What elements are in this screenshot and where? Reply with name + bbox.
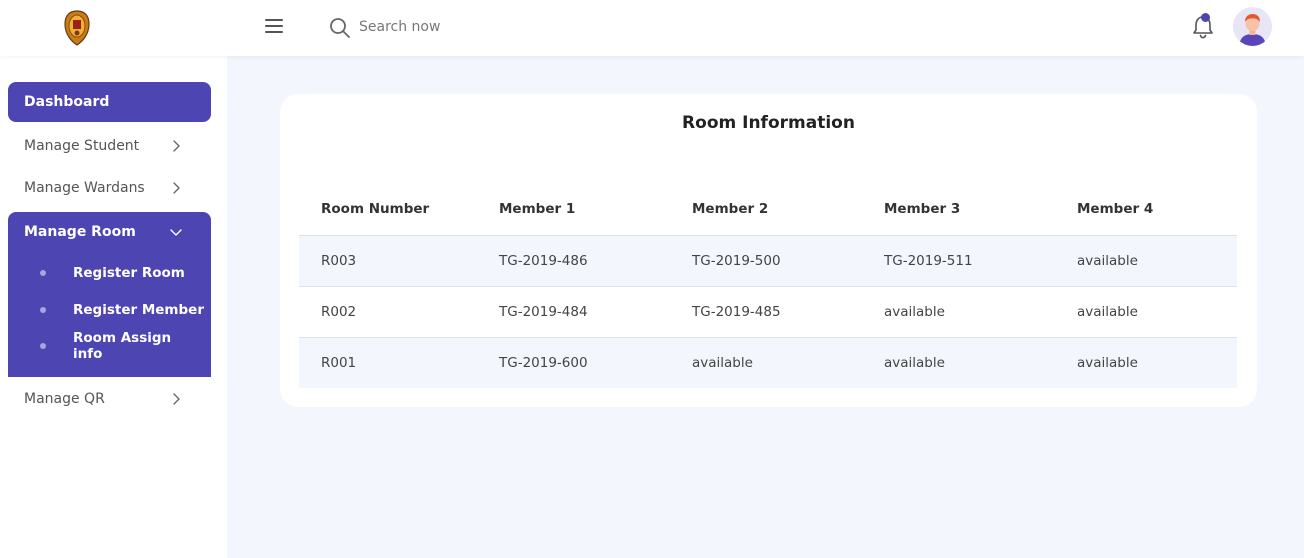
column-header-room-number: Room Number bbox=[299, 183, 499, 236]
table-cell: R001 bbox=[299, 337, 499, 388]
sidebar-subitem-label: Register Room bbox=[73, 265, 185, 281]
hamburger-menu-icon[interactable] bbox=[265, 19, 285, 37]
search-input[interactable] bbox=[359, 14, 619, 40]
bullet-icon bbox=[40, 270, 46, 276]
table-cell: R003 bbox=[299, 235, 499, 287]
university-crest-logo[interactable] bbox=[64, 10, 90, 46]
chevron-right-icon bbox=[169, 181, 183, 195]
sidebar-item-manage-room[interactable]: Manage Room bbox=[8, 212, 211, 252]
card-title: Room Information bbox=[682, 113, 855, 133]
sidebar-item-label: Manage Room bbox=[24, 224, 136, 240]
sidebar-item-label: Manage Student bbox=[24, 138, 140, 154]
column-header-member-1: Member 1 bbox=[499, 183, 692, 236]
table-cell: TG-2019-600 bbox=[499, 337, 692, 388]
table-cell: available bbox=[884, 286, 1077, 338]
sidebar-subitem-label: Register Member bbox=[73, 302, 204, 318]
sidebar-item-label: Manage Wardans bbox=[24, 180, 145, 196]
bullet-icon bbox=[40, 307, 46, 313]
chevron-down-icon bbox=[169, 225, 183, 239]
table-cell: available bbox=[1077, 235, 1237, 287]
table-row: R003 TG-2019-486 TG-2019-500 TG-2019-511… bbox=[299, 235, 1237, 287]
table-cell: TG-2019-511 bbox=[884, 235, 1077, 287]
notification-badge bbox=[1201, 13, 1210, 22]
sidebar-subitem-register-room[interactable]: Register Room bbox=[40, 261, 205, 285]
sidebar-item-dashboard[interactable]: Dashboard bbox=[8, 82, 211, 122]
search-icon[interactable] bbox=[329, 17, 351, 39]
room-table: Room Number Member 1 Member 2 Member 3 M… bbox=[299, 183, 1237, 388]
sidebar-item-manage-wardens[interactable]: Manage Wardans bbox=[8, 168, 211, 208]
sidebar-item-label: Manage QR bbox=[24, 391, 105, 407]
table-cell: available bbox=[1077, 337, 1237, 388]
table-row: R002 TG-2019-484 TG-2019-485 available a… bbox=[299, 286, 1237, 338]
column-header-member-3: Member 3 bbox=[884, 183, 1077, 236]
sidebar: Dashboard Manage Student Manage Wardans … bbox=[0, 56, 227, 558]
sidebar-subitem-register-member[interactable]: Register Member bbox=[40, 298, 205, 322]
table-cell: available bbox=[692, 337, 884, 388]
top-bar bbox=[0, 0, 1304, 56]
table-cell: available bbox=[884, 337, 1077, 388]
column-header-member-2: Member 2 bbox=[692, 183, 884, 236]
table-cell: TG-2019-485 bbox=[692, 286, 884, 338]
room-information-card: Room Information Room Number Member 1 Me… bbox=[280, 94, 1257, 407]
sidebar-item-label: Dashboard bbox=[24, 94, 110, 110]
table-header-row: Room Number Member 1 Member 2 Member 3 M… bbox=[299, 183, 1237, 236]
table-cell: R002 bbox=[299, 286, 499, 338]
bullet-icon bbox=[40, 343, 46, 349]
sidebar-subitem-label: Room Assign info bbox=[73, 330, 172, 362]
user-avatar[interactable] bbox=[1233, 7, 1272, 46]
table-cell: TG-2019-484 bbox=[499, 286, 692, 338]
table-cell: available bbox=[1077, 286, 1237, 338]
sidebar-group-manage-room: Manage Room Register Room Register Membe… bbox=[8, 212, 211, 377]
table-cell: TG-2019-486 bbox=[499, 235, 692, 287]
chevron-right-icon bbox=[169, 392, 183, 406]
table-row: R001 TG-2019-600 available available ava… bbox=[299, 337, 1237, 388]
chevron-right-icon bbox=[169, 139, 183, 153]
column-header-member-4: Member 4 bbox=[1077, 183, 1237, 236]
sidebar-item-manage-qr[interactable]: Manage QR bbox=[8, 379, 211, 419]
sidebar-item-manage-student[interactable]: Manage Student bbox=[8, 126, 211, 166]
table-cell: TG-2019-500 bbox=[692, 235, 884, 287]
sidebar-subitem-room-assign-info[interactable]: Room Assign info bbox=[40, 330, 205, 362]
